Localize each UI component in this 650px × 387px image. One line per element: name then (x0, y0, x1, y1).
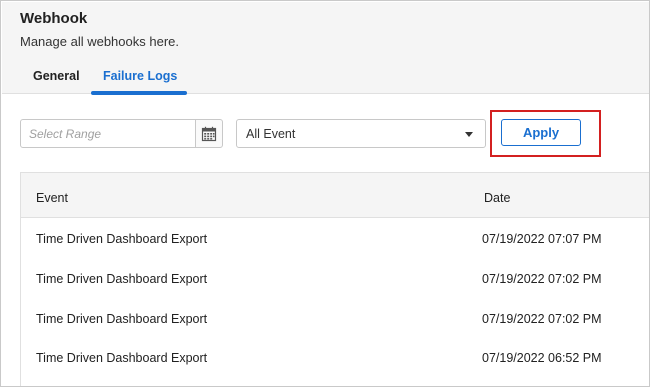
event-type-dropdown[interactable]: All Event (236, 119, 486, 148)
row-date: 07/19/2022 07:02 PM (482, 312, 602, 326)
page-subtitle: Manage all webhooks here. (20, 34, 179, 49)
column-header-date: Date (484, 191, 511, 205)
row-event: Time Driven Dashboard Export (36, 312, 208, 326)
table-row[interactable]: Time Driven Dashboard Export 07/19/2022 … (21, 338, 649, 378)
column-header-event: Event (36, 191, 68, 205)
tab-general[interactable]: General (33, 69, 80, 83)
apply-button[interactable]: Apply (501, 119, 581, 146)
row-event: Time Driven Dashboard Export (36, 232, 208, 246)
active-tab-indicator (91, 91, 187, 95)
table-row[interactable]: Time Driven Dashboard Export 07/19/2022 … (21, 259, 649, 299)
page-title: Webhook (20, 10, 88, 27)
webhook-panel: Webhook Manage all webhooks here. Genera… (0, 0, 650, 387)
calendar-button[interactable] (195, 119, 223, 148)
table-row[interactable]: Time Driven Dashboard Export 07/19/2022 … (21, 299, 649, 339)
panel-header: Webhook Manage all webhooks here. Genera… (2, 2, 649, 95)
row-event: Time Driven Dashboard Export (36, 351, 208, 365)
row-date: 07/19/2022 06:52 PM (482, 351, 602, 365)
row-event: Time Driven Dashboard Export (36, 272, 208, 286)
event-type-selected: All Event (246, 127, 296, 141)
date-range-input[interactable] (20, 119, 196, 148)
row-date: 07/19/2022 07:07 PM (482, 232, 602, 246)
table-header: Event Date (21, 173, 649, 218)
row-date: 07/19/2022 07:02 PM (482, 272, 602, 286)
table-row[interactable]: Time Driven Dashboard Export 07/19/2022 … (21, 219, 649, 259)
failure-logs-table: Event Date Time Driven Dashboard Export … (20, 172, 649, 386)
calendar-icon (201, 126, 217, 141)
chevron-down-icon (465, 132, 473, 137)
tab-failure-logs[interactable]: Failure Logs (103, 69, 177, 83)
